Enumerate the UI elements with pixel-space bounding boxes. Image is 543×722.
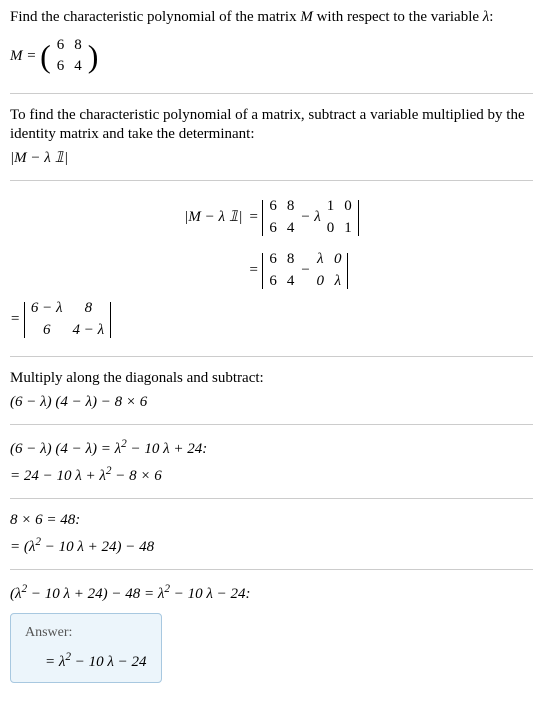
cell: 1 [344, 219, 352, 239]
text: (λ [10, 586, 22, 602]
minus-lambda: − λ [300, 208, 320, 228]
cell: 6 − λ [31, 299, 63, 319]
text: = 24 − 10 λ + λ [10, 468, 106, 484]
result: = (λ2 − 10 λ + 24) − 48 [10, 535, 533, 558]
text: − 10 λ + 24: [127, 441, 208, 457]
cell: 4 [74, 57, 82, 77]
paren-left-icon: ( [40, 40, 51, 72]
eq-lhs: M = [10, 47, 40, 63]
result-row: = 6 − λ 8 6 4 − λ [10, 295, 533, 344]
abs-right-icon [110, 302, 111, 338]
equals: = [248, 209, 262, 225]
section-method: To find the characteristic polynomial of… [10, 106, 533, 182]
cell: 8 [74, 36, 82, 56]
colon: : [489, 9, 493, 25]
premise: 8 × 6 = 48: [10, 511, 533, 531]
text: = λ [45, 654, 65, 670]
section-diagonals: Multiply along the diagonals and subtrac… [10, 369, 533, 425]
text: = (λ [10, 539, 35, 555]
section-expand-product: (6 − λ) (4 − λ) = λ2 − 10 λ + 24: = 24 −… [10, 437, 533, 499]
section-final: (λ2 − 10 λ + 24) − 48 = λ2 − 10 λ − 24: … [10, 582, 533, 695]
abs-right-icon [358, 200, 359, 236]
section-multiply: 8 × 6 = 48: = (λ2 − 10 λ + 24) − 48 [10, 511, 533, 570]
rhs-row2: = 6 8 6 4 − λ 0 0 λ [248, 246, 533, 295]
det-final: 6 − λ 8 6 4 − λ [24, 297, 111, 342]
det-block: 6 8 6 4 − λ 0 0 λ [262, 248, 348, 293]
text: − 10 λ − 24 [71, 654, 147, 670]
answer-content: = λ2 − 10 λ − 24 [25, 650, 147, 673]
cell: 0 [344, 197, 352, 217]
matrix-cells: 1 0 0 1 [321, 195, 358, 240]
cell: 0 [327, 219, 335, 239]
cell: 6 [269, 250, 277, 270]
answer-box: Answer: = λ2 − 10 λ − 24 [10, 613, 162, 684]
matrix-cells: 6 8 6 4 [263, 248, 300, 293]
cell: λ [316, 250, 324, 270]
cell: 4 [287, 272, 295, 292]
section-expand: |M − λ 𝟙| = 6 8 6 4 − λ 1 0 0 1 [10, 193, 533, 357]
rhs-row1: = 6 8 6 4 − λ 1 0 0 1 [248, 193, 533, 242]
text: − 8 × 6 [111, 468, 161, 484]
answer-label: Answer: [25, 624, 147, 642]
equals: = [10, 311, 24, 327]
cell: 8 [73, 299, 105, 319]
cell: 8 [287, 250, 295, 270]
lhs: |M − λ 𝟙| [10, 208, 242, 228]
instruction: Multiply along the diagonals and subtrac… [10, 369, 533, 389]
aligned-equations: |M − λ 𝟙| = 6 8 6 4 − λ 1 0 0 1 [10, 193, 533, 295]
text: with respect to the variable [313, 9, 483, 25]
cell: λ [334, 272, 342, 292]
matrix-cells: λ 0 0 λ [310, 248, 347, 293]
result: = 24 − 10 λ + λ2 − 8 × 6 [10, 464, 533, 487]
expr: (6 − λ) (4 − λ) − 8 × 6 [10, 393, 533, 413]
matrix-cells: 6 8 6 4 [263, 195, 300, 240]
cell: 0 [334, 250, 342, 270]
cell: 0 [316, 272, 324, 292]
method-expr: |M − λ 𝟙| [10, 149, 533, 169]
section-problem: Find the characteristic polynomial of th… [10, 8, 533, 94]
text: (6 − λ) (4 − λ) = λ [10, 441, 121, 457]
matrix-cells: 6 − λ 8 6 4 − λ [25, 297, 110, 342]
matrix-cells: 6 8 6 4 [51, 34, 88, 79]
premise: (λ2 − 10 λ + 24) − 48 = λ2 − 10 λ − 24: [10, 582, 533, 605]
cell: 6 [31, 321, 63, 341]
matrix-m: ( 6 8 6 4 ) [40, 34, 98, 79]
cell: 6 [269, 272, 277, 292]
premise: (6 − λ) (4 − λ) = λ2 − 10 λ + 24: [10, 437, 533, 460]
problem-statement: Find the characteristic polynomial of th… [10, 8, 533, 28]
minus: − [300, 261, 310, 281]
equals: = [248, 262, 262, 278]
method-text: To find the characteristic polynomial of… [10, 106, 533, 145]
cell: 6 [57, 57, 65, 77]
cell: 6 [57, 36, 65, 56]
text: − 10 λ + 24) − 48 = λ [27, 586, 164, 602]
matrix-definition: M = ( 6 8 6 4 ) [10, 32, 533, 81]
abs-right-icon [347, 253, 348, 289]
cell: 8 [287, 197, 295, 217]
paren-right-icon: ) [88, 40, 99, 72]
text: − 10 λ + 24) − 48 [41, 539, 154, 555]
text: Find the characteristic polynomial of th… [10, 9, 300, 25]
det-block: 6 8 6 4 − λ 1 0 0 1 [262, 195, 358, 240]
cell: 4 [287, 219, 295, 239]
cell: 1 [327, 197, 335, 217]
var-m: M [300, 9, 313, 25]
cell: 6 [269, 219, 277, 239]
cell: 6 [269, 197, 277, 217]
cell: 4 − λ [73, 321, 105, 341]
text: − 10 λ − 24: [170, 586, 251, 602]
